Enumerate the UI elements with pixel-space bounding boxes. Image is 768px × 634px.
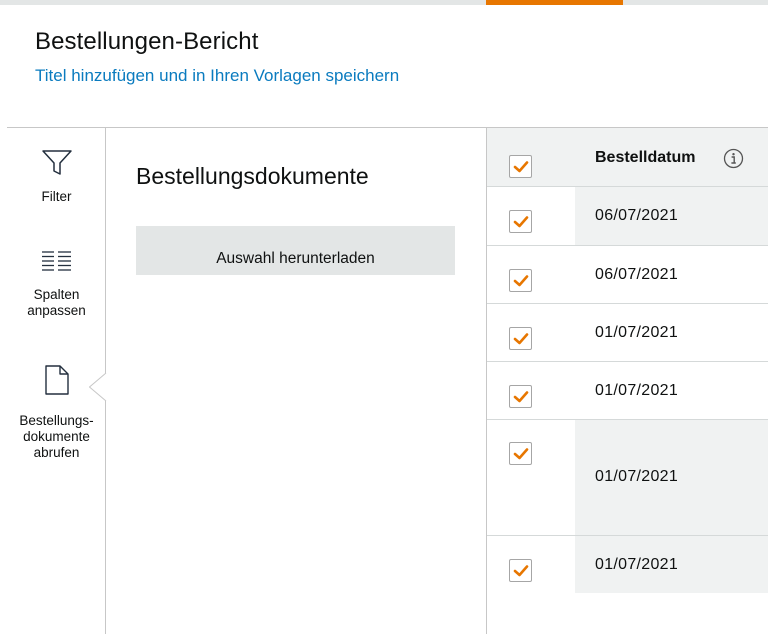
info-icon[interactable] — [723, 148, 744, 169]
checkmark-icon — [513, 333, 529, 345]
order-date: 01/07/2021 — [595, 468, 679, 485]
page-title: Bestellungen-Bericht — [35, 28, 259, 55]
sidebar-item-label: Spalten anpassen — [27, 287, 86, 318]
column-header-order-date[interactable]: Bestelldatum — [595, 149, 695, 167]
table-header: Bestelldatum — [487, 128, 768, 186]
sidebar-item-label: Bestellungs- dokumente abrufen — [19, 413, 94, 460]
orders-table: Bestelldatum 06/07/2021 06/07/2021 01/07… — [486, 128, 768, 634]
table-row: 06/07/2021 — [487, 245, 768, 303]
row-checkbox[interactable] — [509, 559, 532, 582]
checkmark-icon — [513, 161, 529, 173]
row-checkbox[interactable] — [509, 385, 532, 408]
add-title-link[interactable]: Titel hinzufügen und in Ihren Vorlagen s… — [35, 66, 399, 86]
order-date: 01/07/2021 — [595, 382, 679, 399]
download-selection-button[interactable]: Auswahl herunterladen — [136, 226, 455, 275]
select-all-checkbox[interactable] — [509, 155, 532, 178]
table-row: 01/07/2021 — [487, 535, 768, 593]
sidebar-item-columns[interactable]: Spalten anpassen — [7, 250, 106, 319]
row-checkbox[interactable] — [509, 210, 532, 233]
table-row: 06/07/2021 — [487, 186, 768, 245]
checkmark-icon — [513, 275, 529, 287]
sidebar-item-label: Filter — [41, 189, 72, 204]
checkmark-icon — [513, 391, 529, 403]
panel-title: Bestellungsdokumente — [136, 163, 369, 189]
row-checkbox[interactable] — [509, 269, 532, 292]
filter-icon — [7, 148, 106, 183]
active-tab-indicator — [486, 0, 623, 5]
table-row: 01/07/2021 — [487, 419, 768, 535]
table-row: 01/07/2021 — [487, 303, 768, 361]
row-checkbox[interactable] — [509, 442, 532, 465]
order-documents-panel: Bestellungsdokumente Auswahl herunterlad… — [107, 128, 486, 634]
checkmark-icon — [513, 565, 529, 577]
row-checkbox[interactable] — [509, 327, 532, 350]
order-date: 06/07/2021 — [595, 266, 679, 283]
checkmark-icon — [513, 448, 529, 460]
sidebar-item-filter[interactable]: Filter — [7, 148, 106, 205]
order-date: 01/07/2021 — [595, 324, 679, 341]
checkmark-icon — [513, 216, 529, 228]
top-tab-rule — [0, 0, 768, 5]
order-date: 06/07/2021 — [595, 207, 679, 224]
columns-icon — [7, 250, 106, 277]
order-date: 01/07/2021 — [595, 556, 679, 573]
table-row: 01/07/2021 — [487, 361, 768, 419]
active-panel-pointer — [89, 373, 107, 401]
